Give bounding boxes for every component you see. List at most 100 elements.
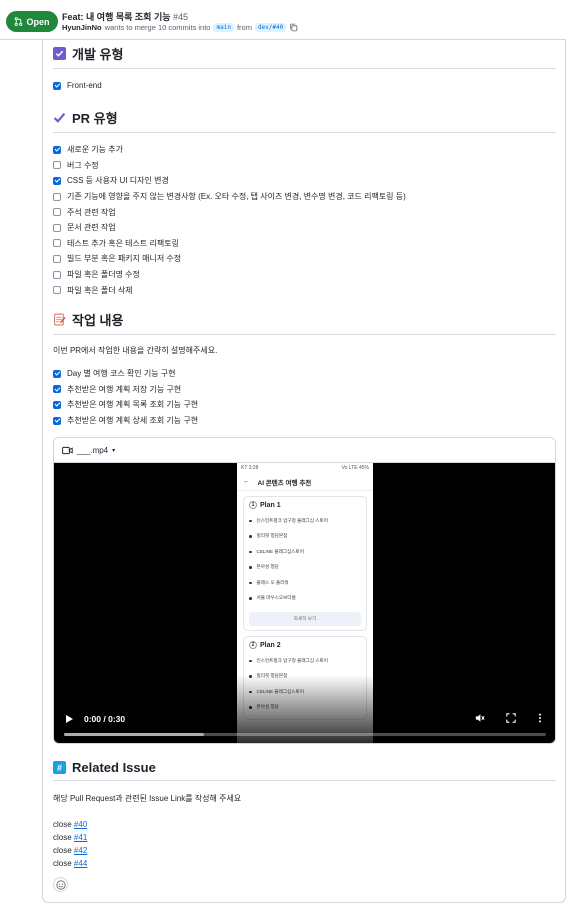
from-text: from (236, 23, 252, 32)
task-checkbox[interactable] (53, 208, 61, 217)
video-progress-track[interactable] (64, 733, 546, 736)
close-list: close #40 close #41 close #42 close #44 (53, 818, 556, 870)
plan-title: 2 Plan 2 (249, 641, 361, 649)
close-issue-line: close #40 (53, 818, 556, 831)
fullscreen-icon[interactable] (506, 713, 516, 723)
work-item: 추천받은 여행 계획 저장 기능 구현 (53, 382, 556, 398)
author-link[interactable]: HyunJinNo (62, 23, 102, 32)
smiley-icon (55, 879, 66, 890)
video-player[interactable]: KT 3:28 Vo LTE 45% ← AI 콘텐츠 여행 추천 1 Plan … (54, 463, 555, 743)
pr-type-item: 테스트 추가 혹은 테스트 리팩토링 (53, 236, 556, 252)
plan-place: 힐리핏 청담본점 (249, 529, 361, 545)
video-filename: ___.mp4 (77, 445, 109, 455)
dev-type-title: 개발 유형 (72, 47, 124, 62)
work-item: 추천받은 여행 계획 목록 조회 기능 구현 (53, 397, 556, 413)
issue-link[interactable]: #40 (74, 820, 87, 829)
more-options-icon[interactable] (535, 713, 545, 723)
pull-request-icon (15, 17, 23, 26)
related-heading: # Related Issue (53, 760, 556, 781)
mute-icon[interactable] (475, 713, 485, 723)
phone-app-header: ← AI 콘텐츠 여행 추천 (237, 473, 373, 491)
pr-number: #45 (173, 12, 189, 22)
task-checkbox[interactable] (53, 192, 61, 201)
merge-text: wants to merge 10 commits into (104, 23, 211, 32)
add-reaction-button[interactable] (53, 877, 68, 892)
plan-place: 서울 마우스오브다름 (249, 591, 361, 607)
task-checkbox[interactable] (53, 286, 61, 295)
status-label: Open (26, 16, 50, 27)
pr-type-item-label: 주석 관련 작업 (67, 207, 116, 217)
video-time: 0:00 / 0:30 (84, 714, 126, 724)
plan-card: 1 Plan 1 인스턴트펑크 압구정 플래그십 스토어 힐리핏 청담본점 CELINE… (243, 496, 367, 631)
pr-type-item-label: 기존 기능에 영향을 주지 않는 변경사항 (Ex. 오타 수정, 탭 사이즈 … (67, 192, 406, 202)
plan-place: 인스턴트펑크 압구정 플래그십 스토어 (249, 653, 361, 669)
copy-icon[interactable] (289, 23, 298, 32)
task-checkbox[interactable] (53, 161, 61, 170)
close-issue-line: close #44 (53, 857, 556, 870)
work-item-label: 추천받은 여행 계획 저장 기능 구현 (67, 384, 182, 394)
task-checkbox[interactable] (53, 223, 61, 232)
close-prefix: close (53, 833, 72, 842)
work-item-label: Day 별 여행 코스 확인 기능 구현 (67, 369, 176, 379)
phone-status-left: KT 3:28 (241, 465, 259, 471)
plan-title: 1 Plan 1 (249, 501, 361, 509)
pr-type-item-label: 새로운 기능 추가 (67, 145, 123, 155)
page-title: Feat: 내 여행 목록 조회 기능 #45 (62, 10, 188, 23)
pr-type-item-label: 파일 혹은 폴더명 수정 (67, 270, 140, 280)
play-icon[interactable] (66, 715, 73, 723)
pr-type-heading: PR 유형 (53, 108, 556, 133)
issue-link[interactable]: #41 (74, 833, 87, 842)
pr-type-item-label: 문서 관련 작업 (67, 223, 116, 233)
plan-place-label: 인스턴트펑크 압구정 플래그십 스토어 (256, 517, 328, 523)
pr-type-item-label: 빌드 부분 혹은 패키지 매니저 수정 (67, 254, 182, 264)
task-checkbox[interactable] (53, 416, 61, 425)
work-item-label: 추천받은 여행 계획 상세 조회 기능 구현 (67, 416, 199, 426)
task-checkbox[interactable] (53, 239, 61, 248)
pr-type-item-label: 버그 수정 (67, 160, 99, 170)
plan-detail-button: 자세히 보기 (249, 612, 361, 626)
plan-number: 2 (249, 641, 257, 649)
plan-place-label: 서울 마우스오브다름 (256, 595, 296, 601)
pr-type-item: 파일 혹은 폴더 삭제 (53, 282, 556, 298)
work-list: Day 별 여행 코스 확인 기능 구현추천받은 여행 계획 저장 기능 구현추… (53, 366, 556, 428)
plan-place: 인스턴트펑크 압구정 플래그십 스토어 (249, 513, 361, 529)
work-item: Day 별 여행 코스 확인 기능 구현 (53, 366, 556, 382)
base-branch[interactable]: main (213, 23, 234, 32)
task-checkbox[interactable] (53, 176, 61, 185)
phone-status-bar: KT 3:28 Vo LTE 45% (237, 463, 373, 473)
pr-title-text: Feat: 내 여행 목록 조회 기능 (62, 12, 171, 22)
issue-link[interactable]: #42 (74, 846, 87, 855)
pr-merge-info: HyunJinNo wants to merge 10 commits into… (62, 23, 298, 32)
task-checkbox[interactable] (53, 400, 61, 409)
related-description: 해당 Pull Request과 관련된 Issue Link를 작성해 주세요 (53, 794, 242, 803)
task-checkbox[interactable] (53, 270, 61, 279)
task-checkbox[interactable] (53, 385, 61, 394)
plan-title-text: Plan 1 (260, 501, 281, 509)
close-issue-line: close #41 (53, 831, 556, 844)
pr-type-item-label: 파일 혹은 폴더 삭제 (67, 285, 133, 295)
task-checkbox[interactable] (53, 254, 61, 263)
plan-place-label: 인스턴트펑크 압구정 플래그십 스토어 (256, 657, 328, 663)
plan-number: 1 (249, 501, 257, 509)
task-checkbox[interactable] (53, 145, 61, 154)
work-title: 작업 내용 (72, 313, 124, 328)
checked-box-emoji-icon (53, 47, 66, 60)
video-buffer-bar (64, 733, 204, 736)
task-checkbox[interactable] (53, 81, 61, 90)
pr-type-section: PR 유형 새로운 기능 추가 버그 수정 CSS 등 사용자 UI 디자인 변경 기… (53, 108, 556, 298)
work-item-label: 추천받은 여행 계획 목록 조회 기능 구현 (67, 400, 199, 410)
task-checkbox[interactable] (53, 369, 61, 378)
head-branch[interactable]: dev/#40 (254, 23, 287, 32)
work-section: 작업 내용 이번 PR에서 작업한 내용을 간략히 설명해주세요. Day 별 … (53, 310, 556, 428)
pr-type-title: PR 유형 (72, 111, 118, 126)
issue-link[interactable]: #44 (74, 859, 87, 868)
check-mark-emoji-icon (53, 111, 66, 124)
dev-type-item: Front-end (53, 78, 556, 94)
video-controls: 0:00 / 0:30 (54, 705, 555, 743)
video-file-header[interactable]: ___.mp4 ▾ (54, 438, 555, 463)
close-prefix: close (53, 859, 72, 868)
related-title: Related Issue (72, 760, 156, 775)
pr-type-item: 버그 수정 (53, 158, 556, 174)
status-badge: Open (6, 11, 58, 32)
pr-header: Open Feat: 내 여행 목록 조회 기능 #45 HyunJinNo w… (0, 0, 566, 40)
